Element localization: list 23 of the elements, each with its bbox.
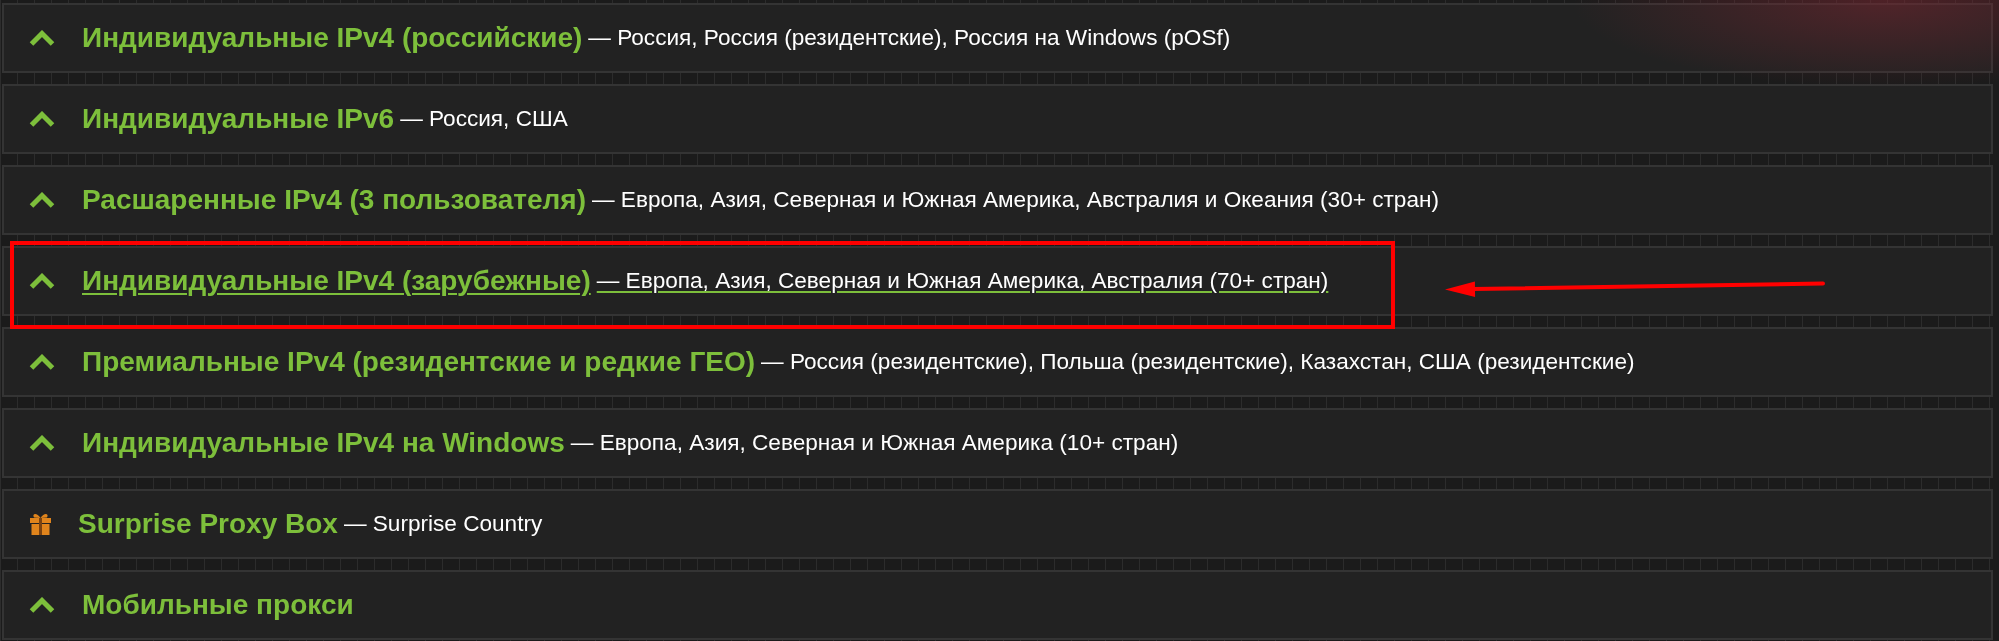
- category-link[interactable]: Индивидуальные IPv4 (зарубежные): [82, 265, 591, 297]
- chevron-up-icon: [29, 192, 55, 208]
- chevron-up-icon: [29, 273, 55, 289]
- country-list: — Россия (резидентские), Польша (резидентские), Казахстан, США (резидентские): [761, 349, 1635, 375]
- country-list: — Европа, Азия, Северная и Южная Америка (10+ стран): [570, 430, 1179, 456]
- category-link[interactable]: Индивидуальные IPv4 на Windows: [82, 427, 565, 459]
- category-link[interactable]: Расшаренные IPv4 (3 пользователя): [82, 184, 586, 216]
- category-link[interactable]: Премиальные IPv4 (резидентские и редкие ГЕО): [82, 346, 756, 378]
- country-list: — Surprise Country: [343, 511, 543, 537]
- chevron-up-icon: [29, 435, 55, 451]
- category-link[interactable]: Индивидуальные IPv4 (российские): [82, 22, 583, 54]
- chevron-up-icon: [29, 111, 55, 127]
- country-list: — Россия, Россия (резидентские), Россия на Windows (pOSf): [588, 25, 1231, 51]
- chevron-up-icon: [29, 30, 55, 46]
- country-list: — Россия, США: [400, 106, 568, 132]
- category-link[interactable]: Индивидуальные IPv6: [82, 103, 395, 135]
- chevron-up-icon: [29, 597, 55, 613]
- gift-icon: [29, 511, 52, 535]
- category-link[interactable]: Surprise Proxy Box: [78, 508, 338, 540]
- country-list: — Европа, Азия, Северная и Южная Америка, Австралия (70+ стран): [596, 268, 1329, 294]
- country-list: — Европа, Азия, Северная и Южная Америка, Австралия и Океания (30+ стран): [592, 187, 1439, 213]
- chevron-up-icon: [29, 354, 55, 370]
- category-link[interactable]: Мобильные прокси: [82, 589, 354, 621]
